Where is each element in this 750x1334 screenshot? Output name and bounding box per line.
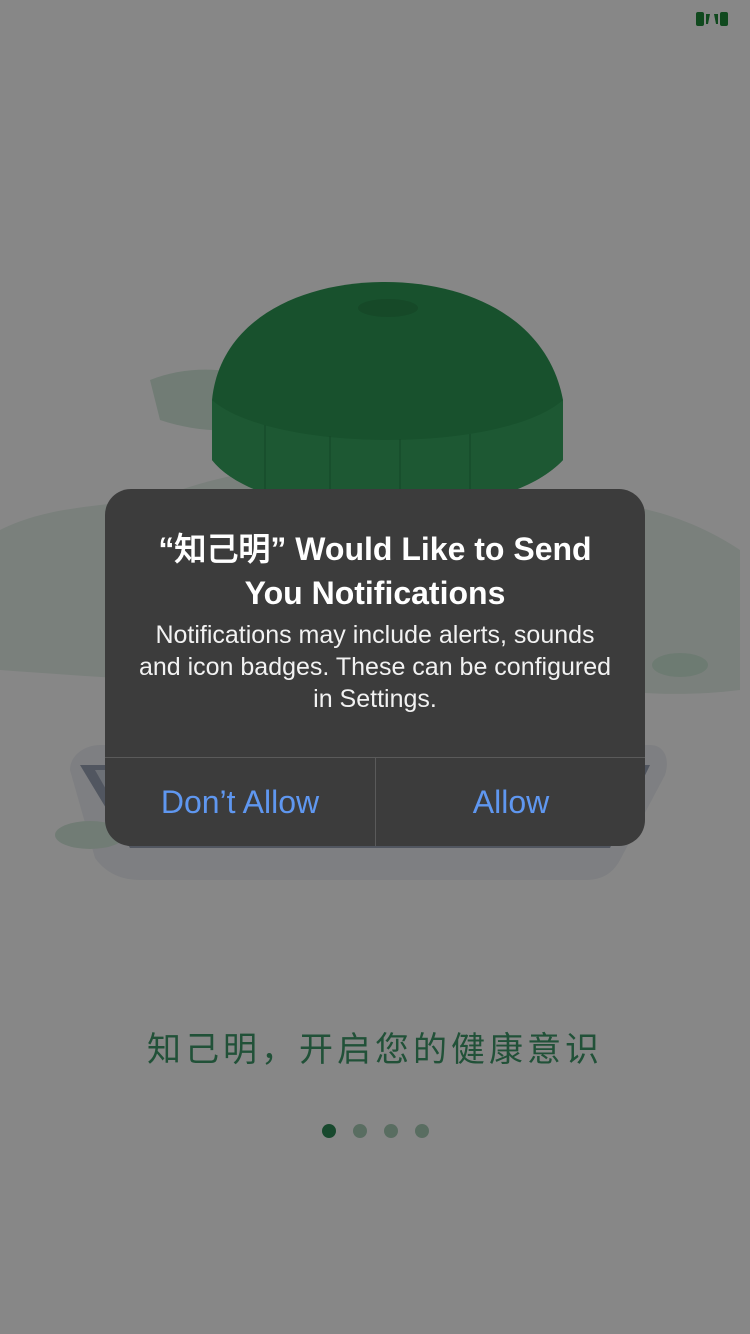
alert-title: “知己明” Would Like to Send You Notificatio… [158,531,592,611]
dont-allow-button[interactable]: Don’t Allow [105,758,375,846]
alert-message: Notifications may include alerts, sounds… [138,621,612,713]
allow-button[interactable]: Allow [376,758,645,846]
notification-permission-alert: “知己明” Would Like to Send You Notificatio… [105,489,645,846]
